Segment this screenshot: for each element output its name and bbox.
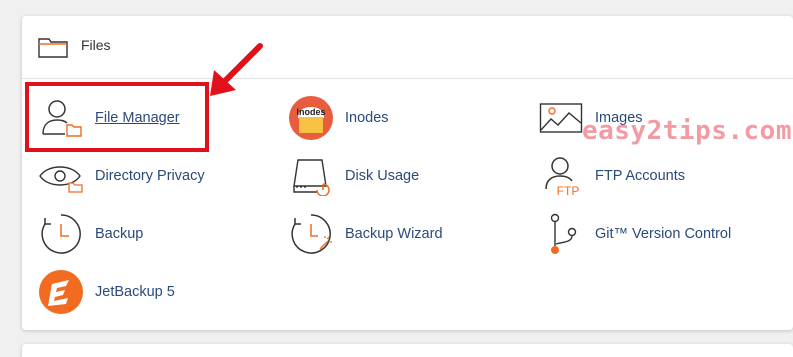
eye-icon [39, 166, 83, 193]
ftp-accounts-link[interactable]: FTP FTP Accounts [538, 153, 685, 199]
watermark-text: easy2tips.com [582, 116, 792, 146]
jetbackup-link[interactable]: JetBackup 5 [38, 269, 175, 315]
ftp-accounts-label: FTP Accounts [595, 168, 685, 184]
next-panel [22, 344, 793, 357]
directory-privacy-link[interactable]: Directory Privacy [38, 153, 205, 199]
inodes-icon: Inodes [289, 96, 333, 140]
images-icon [539, 103, 583, 133]
git-version-control-label: Git™ Version Control [595, 226, 732, 242]
ftp-badge-text: FTP [557, 184, 580, 197]
jetbackup-logo-icon [39, 270, 83, 314]
git-branch-icon [550, 213, 577, 254]
red-arrow-icon [210, 43, 263, 96]
backup-wizard-label: Backup Wizard [345, 226, 443, 242]
panel-header[interactable]: Files [22, 16, 793, 79]
inodes-badge-text: Inodes [296, 107, 325, 117]
backup-clock-icon [41, 214, 81, 254]
backup-wizard-link[interactable]: Backup Wizard [288, 211, 443, 257]
page: Files File Manager Inodes Inodes Images … [0, 0, 793, 357]
disk-usage-label: Disk Usage [345, 168, 420, 184]
jetbackup-label: JetBackup 5 [95, 284, 175, 300]
backup-label: Backup [95, 226, 144, 242]
backup-link[interactable]: Backup [38, 211, 143, 257]
hard-drive-icon [293, 159, 330, 196]
panel-title: Files [81, 37, 111, 53]
highlight-box [25, 82, 209, 152]
backup-wizard-icon [291, 214, 332, 254]
inodes-link[interactable]: Inodes Inodes [288, 95, 389, 141]
git-version-control-link[interactable]: Git™ Version Control [538, 211, 731, 257]
inodes-label: Inodes [345, 110, 389, 126]
folder-icon [38, 38, 68, 58]
disk-usage-link[interactable]: Disk Usage [288, 153, 419, 199]
ftp-user-icon: FTP [545, 157, 580, 197]
directory-privacy-label: Directory Privacy [95, 168, 205, 184]
